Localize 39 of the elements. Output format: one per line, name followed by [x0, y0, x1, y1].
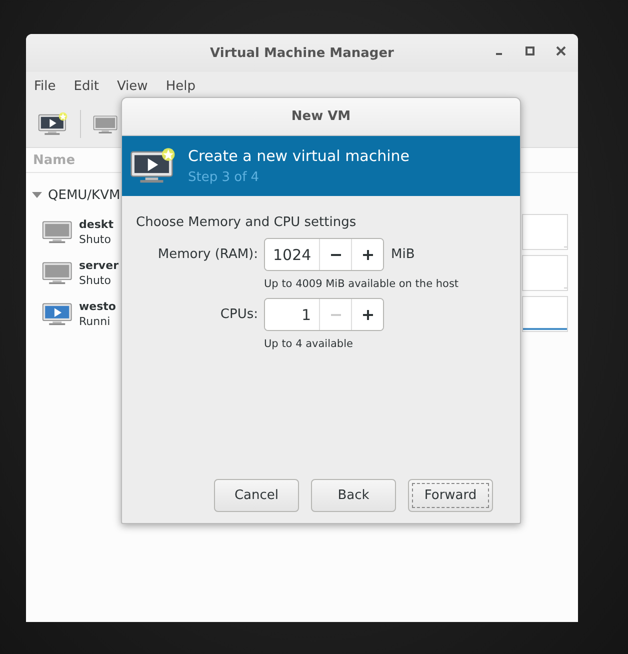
increment-button[interactable] [351, 299, 383, 330]
new-vm-icon [130, 147, 176, 185]
menu-item[interactable]: View [116, 78, 148, 94]
new-vm-icon [38, 110, 68, 136]
section-heading: Choose Memory and CPU settings [136, 215, 358, 230]
plus-icon [362, 308, 374, 320]
dialog-title: New VM [291, 109, 351, 124]
expander-icon[interactable] [32, 190, 42, 200]
vm-name: westo [79, 300, 116, 312]
dialog-button[interactable]: Cancel [214, 479, 299, 512]
cpu-usage-graph [522, 254, 568, 290]
cpu-usage-graph [522, 214, 568, 250]
vm-name: deskt [79, 218, 114, 230]
cpu-usage-graph [522, 296, 568, 332]
step-label: Step 3 of 4 [188, 170, 260, 185]
field-label: CPUs: [220, 307, 258, 322]
dialog-button[interactable]: Back [311, 479, 396, 512]
hint-text: Up to 4009 MiB available on the host [264, 278, 460, 290]
vm-status: Runni [79, 314, 110, 328]
dialog-button[interactable]: Forward [408, 479, 493, 512]
window-title: Virtual Machine Manager [210, 46, 394, 60]
vm-status: Shuto [79, 232, 111, 246]
connection-label: QEMU/KVM [48, 188, 120, 202]
spin-box[interactable]: 1 [264, 298, 384, 331]
increment-button[interactable] [351, 239, 383, 270]
maximize-icon[interactable] [525, 46, 535, 56]
banner-title: Create a new virtual machine [188, 147, 410, 165]
new-vm-button[interactable] [38, 110, 68, 136]
plus-icon [362, 248, 374, 260]
field-label: Memory (RAM): [158, 247, 258, 262]
hint-text: Up to 4 available [264, 338, 354, 350]
unit-label: MiB [391, 247, 415, 262]
vm-status: Shuto [79, 274, 111, 286]
menu-item[interactable]: Help [166, 78, 196, 94]
spin-box[interactable]: 1024 [264, 238, 384, 271]
vm-name: server [79, 258, 118, 272]
menu-item[interactable]: Edit [74, 78, 99, 94]
menu-item[interactable]: File [34, 78, 56, 94]
close-icon[interactable] [556, 46, 566, 56]
